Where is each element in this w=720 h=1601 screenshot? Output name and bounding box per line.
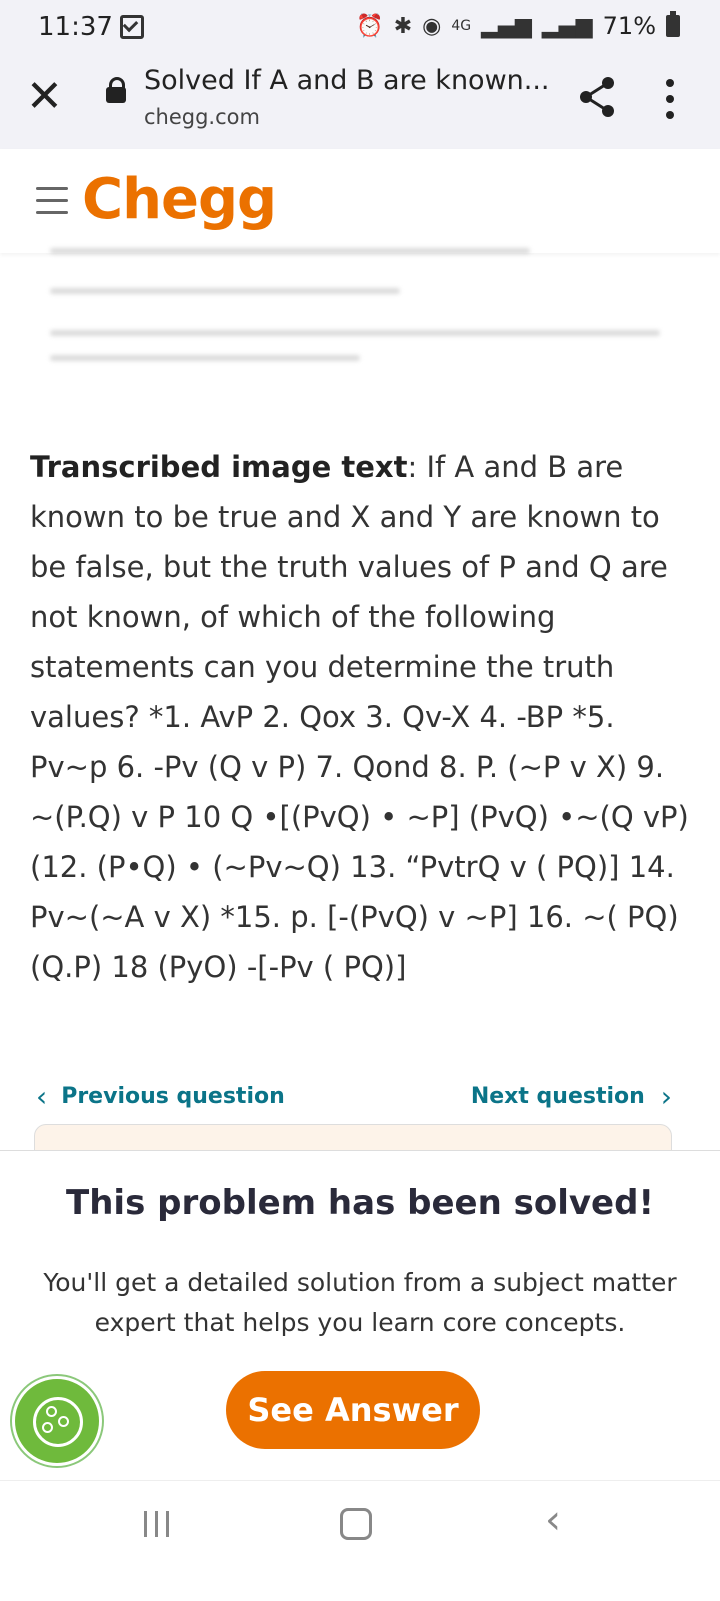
blurred-text-line: [50, 355, 360, 361]
back-button-icon[interactable]: ‹: [545, 1497, 561, 1543]
signal-icon: ▂▄▆: [481, 13, 532, 39]
blurred-text-line: [50, 288, 400, 294]
checkbox-notification-icon: [120, 15, 144, 39]
cookie-icon: [33, 1397, 83, 1447]
cookie-settings-icon[interactable]: [12, 1376, 102, 1466]
chevron-right-icon: ›: [660, 1080, 672, 1113]
recents-button-icon[interactable]: [144, 1511, 169, 1537]
next-question-link[interactable]: Next question ›: [471, 1080, 672, 1113]
status-bar: 11:37 ⏰ ✱ ◉ 4G ▂▄▆ ▂▄▆ 71%: [0, 0, 720, 55]
chevron-left-icon: ‹: [36, 1080, 48, 1113]
close-tab-icon[interactable]: ✕: [26, 75, 63, 119]
network-type: 4G: [451, 18, 472, 34]
blurred-text-line: [50, 330, 660, 336]
chegg-logo[interactable]: Chegg: [82, 167, 277, 232]
page-title[interactable]: Solved If A and B are known...: [144, 65, 550, 96]
page-domain[interactable]: chegg.com: [144, 105, 260, 129]
next-question-label: Next question: [470, 1084, 645, 1109]
alarm-icon: ⏰: [356, 13, 384, 39]
battery-percent: 71%: [602, 12, 656, 40]
hamburger-menu-icon[interactable]: [36, 187, 68, 223]
battery-icon: [666, 11, 680, 37]
blurred-text-line: [50, 248, 530, 254]
bluetooth-icon: ✱: [393, 13, 413, 39]
system-navigation-bar: ‹: [0, 1480, 720, 1601]
see-answer-button[interactable]: See Answer: [226, 1371, 480, 1449]
solved-heading: This problem has been solved!: [66, 1183, 654, 1223]
status-icons: ⏰ ✱ ◉ 4G ▂▄▆ ▂▄▆ 71%: [356, 11, 680, 40]
solved-description: You'll get a detailed solution from a su…: [43, 1268, 677, 1337]
solved-panel: This problem has been solved! You'll get…: [0, 1150, 720, 1481]
share-icon[interactable]: [578, 75, 618, 119]
previous-question-label: Previous question: [61, 1084, 285, 1109]
lock-icon[interactable]: [106, 77, 126, 103]
transcribed-label: Transcribed image text: [30, 450, 408, 484]
overflow-menu-icon[interactable]: [666, 79, 674, 127]
signal-icon-2: ▂▄▆: [541, 13, 593, 39]
previous-question-link[interactable]: ‹ Previous question: [36, 1080, 285, 1113]
hotspot-icon: ◉: [422, 13, 442, 39]
transcribed-text-block: Transcribed image text: If A and B are k…: [30, 442, 690, 992]
status-time: 11:37: [38, 12, 113, 42]
browser-toolbar: ✕ Solved If A and B are known... chegg.c…: [0, 55, 720, 150]
site-header: Chegg: [0, 149, 720, 253]
transcribed-body: : If A and B are known to be true and X …: [30, 450, 689, 984]
home-button-icon[interactable]: [340, 1508, 372, 1540]
question-navigation: ‹ Previous question Next question ›: [0, 1080, 720, 1120]
